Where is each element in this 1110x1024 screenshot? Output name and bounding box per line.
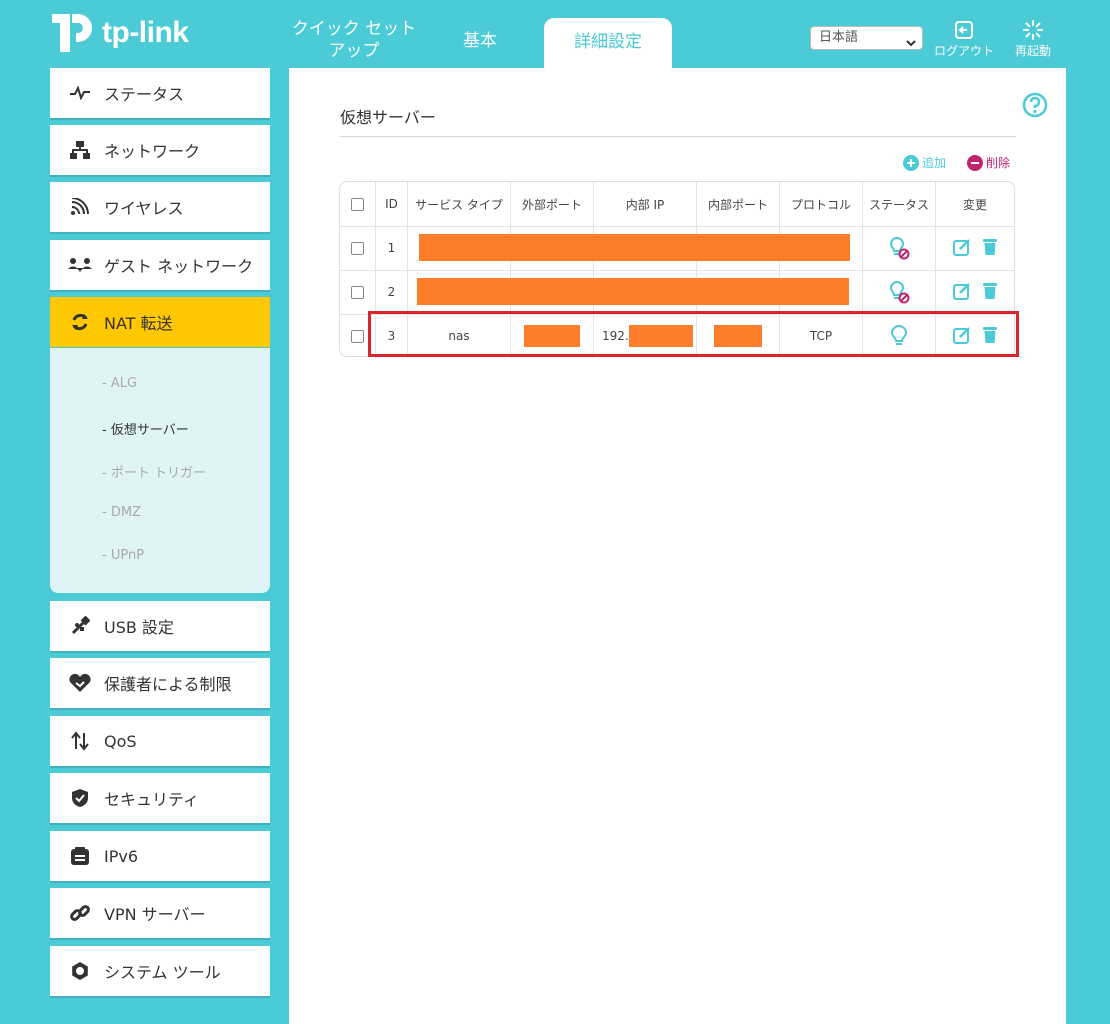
add-label: 追加: [922, 156, 947, 170]
sidebar-item-label: VPN サーバー: [104, 905, 206, 924]
bulb-disabled-icon: [889, 236, 910, 260]
row-actions: [936, 226, 1014, 270]
edit-icon[interactable]: [953, 282, 971, 303]
sidebar-item-nat-forwarding[interactable]: NAT 転送: [50, 297, 270, 347]
reboot-icon: [1023, 20, 1043, 40]
column-header: 変更: [962, 197, 987, 212]
nat-submenu: - ALG - 仮想サーバー - ポート トリガー - DMZ - UPnP: [50, 348, 270, 593]
sidebar-item-label: ネットワーク: [104, 142, 201, 161]
tp-link-logo: tp-link: [50, 8, 189, 58]
add-button[interactable]: 追加: [903, 154, 946, 171]
help-icon[interactable]: [1022, 92, 1048, 122]
tab-quick-setup-line2: アップ: [328, 41, 380, 61]
minus-circle-icon: [967, 154, 983, 171]
edit-icon[interactable]: [953, 238, 971, 259]
checkbox-box: [351, 241, 364, 255]
chevron-down-icon: [906, 33, 916, 55]
bulb-disabled-icon: [889, 280, 910, 304]
submenu-item-alg[interactable]: - ALG: [102, 376, 137, 391]
submenu-item-dmz[interactable]: - DMZ: [102, 505, 141, 520]
column-header: プロトコル: [780, 182, 863, 226]
logo-text: tp-link: [102, 16, 189, 49]
trash-icon[interactable]: [983, 282, 997, 303]
column-header: ID: [376, 182, 408, 226]
sidebar-item-label: ワイヤレス: [104, 199, 184, 218]
status-toggle[interactable]: [863, 226, 936, 270]
reboot-button[interactable]: 再起動: [1008, 20, 1058, 59]
checkbox-box: [351, 285, 364, 299]
submenu-item-port-trigger[interactable]: - ポート トリガー: [102, 462, 206, 481]
tab-advanced[interactable]: 詳細設定: [544, 18, 672, 68]
language-value: 日本語: [819, 30, 859, 45]
column-header: 外部ポート: [511, 182, 594, 226]
trash-icon[interactable]: [983, 238, 997, 259]
sidebar-item-status[interactable]: ステータス: [50, 68, 270, 118]
main-content: 仮想サーバー 追加 削除 ID サービス タイプ 外部ポート 内部 IP 内部ポ…: [289, 68, 1066, 1024]
status-toggle[interactable]: [863, 270, 936, 314]
submenu-label: UPnP: [110, 548, 145, 563]
submenu-label: ポート トリガー: [110, 466, 206, 481]
title-divider: [340, 136, 1016, 137]
logout-button[interactable]: ログアウト: [930, 20, 998, 59]
sidebar-item-label: ゲスト ネットワーク: [104, 257, 254, 276]
sidebar-item-network[interactable]: ネットワーク: [50, 125, 270, 175]
row-checkbox[interactable]: [340, 226, 376, 270]
tab-quick-setup[interactable]: クイック セット アップ: [288, 18, 420, 62]
sidebar-item-label: QoS: [104, 731, 137, 751]
column-header: 内部 IP: [594, 182, 697, 226]
column-header: ステータス: [863, 182, 936, 226]
sidebar-item-guest-network[interactable]: ゲスト ネットワーク: [50, 240, 270, 290]
submenu-item-virtual-server[interactable]: - 仮想サーバー: [102, 419, 189, 438]
sidebar-item-usb[interactable]: USB 設定: [50, 601, 270, 651]
sidebar-item-label: セキュリティ: [104, 790, 200, 809]
logout-label: ログアウト: [933, 44, 994, 58]
submenu-label: DMZ: [110, 505, 141, 520]
logout-icon: [955, 21, 973, 39]
language-select[interactable]: 日本語: [810, 26, 923, 50]
checkbox-box: [351, 329, 364, 343]
reboot-label: 再起動: [1014, 44, 1051, 58]
delete-button[interactable]: 削除: [967, 154, 1010, 171]
row-id: 1: [376, 226, 408, 270]
column-header: サービス タイプ: [408, 182, 511, 226]
row-actions: [936, 270, 1014, 314]
row-id: 2: [376, 270, 408, 314]
sidebar-item-label: 保護者による制限: [104, 675, 232, 694]
sidebar-item-label: システム ツール: [104, 963, 221, 982]
sidebar-item-system-tools[interactable]: システム ツール: [50, 946, 270, 996]
tp-link-logo-mark: [50, 10, 100, 56]
sidebar-item-label: IPv6: [104, 846, 139, 866]
row-checkbox[interactable]: [340, 270, 376, 314]
page-title: 仮想サーバー: [340, 108, 436, 127]
sidebar-item-label: ステータス: [104, 85, 185, 104]
highlight-box: [368, 311, 1019, 357]
select-all-checkbox[interactable]: [340, 182, 376, 226]
tab-quick-setup-line1: クイック セット: [291, 19, 417, 39]
redacted-area: [417, 278, 849, 305]
table-row: 1: [340, 226, 1014, 271]
table-header-row: ID サービス タイプ 外部ポート 内部 IP 内部ポート プロトコル ステータ…: [340, 182, 1014, 227]
sidebar-item-label: USB 設定: [104, 618, 174, 637]
column-header: 内部ポート: [697, 182, 780, 226]
sidebar-item-ipv6[interactable]: IPv6: [50, 831, 270, 881]
sidebar-item-parental-control[interactable]: 保護者による制限: [50, 658, 270, 708]
submenu-label: 仮想サーバー: [110, 423, 189, 438]
sidebar-item-wireless[interactable]: ワイヤレス: [50, 182, 270, 232]
sidebar-item-label: NAT 転送: [104, 314, 173, 333]
tab-basic[interactable]: 基本: [440, 30, 520, 52]
plus-circle-icon: [903, 154, 919, 171]
submenu-label: ALG: [110, 376, 138, 391]
table-row: 2: [340, 270, 1014, 315]
submenu-item-upnp[interactable]: - UPnP: [102, 548, 144, 563]
redacted-area: [419, 234, 850, 261]
checkbox-box: [351, 197, 364, 211]
sidebar-item-qos[interactable]: QoS: [50, 716, 270, 766]
sidebar-item-vpn-server[interactable]: VPN サーバー: [50, 888, 270, 938]
sidebar-item-security[interactable]: セキュリティ: [50, 773, 270, 823]
delete-label: 削除: [986, 156, 1011, 170]
